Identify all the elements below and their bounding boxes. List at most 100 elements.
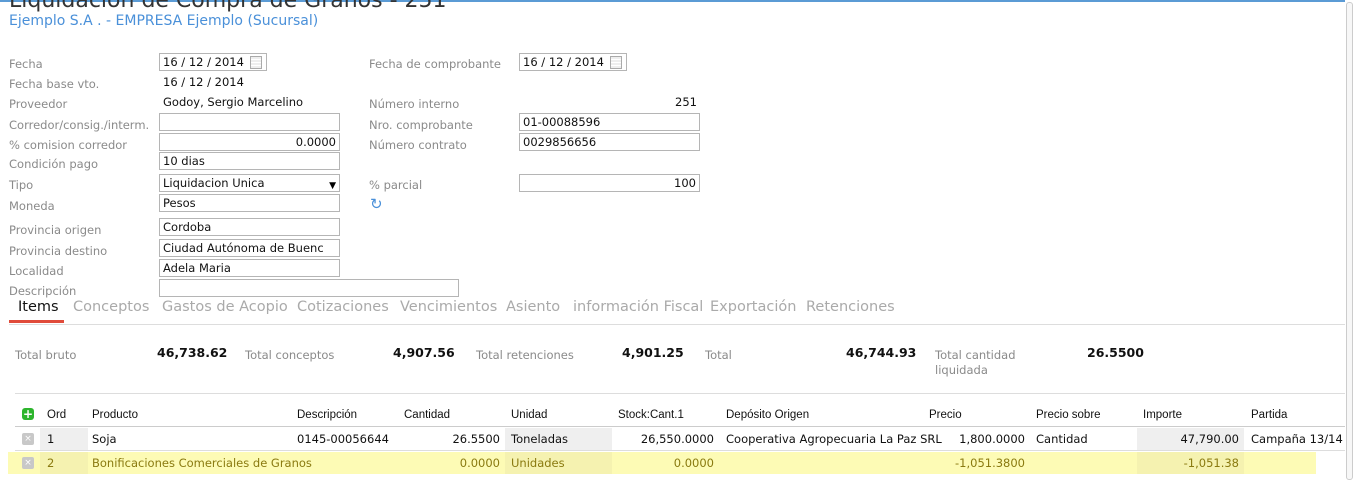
provincia-origen-label: Provincia origen: [9, 223, 102, 237]
tab-gastos-de-acopio[interactable]: Gastos de Acopio: [162, 299, 288, 315]
numero-interno-label: Número interno: [369, 97, 460, 111]
cell-importe[interactable]: 47,790.00: [1143, 432, 1239, 446]
tab-vencimientos[interactable]: Vencimientos: [400, 299, 497, 315]
corredor-input[interactable]: [159, 113, 340, 131]
tab-items[interactable]: Items: [18, 299, 59, 315]
total-bruto-label: Total bruto: [15, 348, 77, 362]
provincia-destino-input[interactable]: Ciudad Autónoma de Buenc: [159, 239, 340, 257]
tab-asiento[interactable]: Asiento: [506, 299, 560, 315]
tipo-select[interactable]: Liquidacion Unica ▼: [159, 174, 340, 192]
fecha-label: Fecha: [9, 57, 43, 71]
total-cantidad-label: Total cantidad liquidada: [935, 348, 1016, 377]
cell-producto[interactable]: Soja: [92, 432, 292, 446]
cell-deposito-origen[interactable]: Cooperativa Agropecuaria La Paz SRL: [726, 432, 942, 446]
provincia-origen-input[interactable]: Cordoba: [159, 218, 340, 236]
cell-ord[interactable]: 2: [47, 456, 87, 470]
refresh-icon[interactable]: ↻: [370, 195, 383, 213]
header-divider: [15, 426, 1345, 427]
localidad-input[interactable]: Adela Maria: [159, 259, 340, 277]
numero-contrato-input[interactable]: 0029856656: [519, 133, 700, 151]
descripcion-label: Descripción: [9, 284, 77, 298]
total-value: 46,744.93: [846, 345, 917, 360]
tab-exportacion[interactable]: Exportación: [710, 299, 796, 315]
total-label: Total: [705, 348, 732, 362]
fecha-comprobante-label: Fecha de comprobante: [369, 57, 501, 71]
fecha-comprobante-value: 16 / 12 / 2014: [523, 55, 604, 69]
column-header-stock[interactable]: Stock:Cant.1: [618, 409, 684, 421]
cell-cantidad[interactable]: 26.5500: [404, 432, 500, 446]
cell-stock[interactable]: 26,550.0000: [618, 432, 714, 446]
calendar-icon[interactable]: [610, 56, 622, 69]
cell-ord[interactable]: 1: [47, 432, 87, 446]
fecha-base-vto-label: Fecha base vto.: [9, 77, 100, 91]
cell-partida[interactable]: Campaña 13/14: [1251, 432, 1343, 446]
moneda-input[interactable]: Pesos: [159, 194, 340, 212]
proveedor-value[interactable]: Godoy, Sergio Marcelino: [163, 95, 303, 109]
cell-unidad[interactable]: Unidades: [511, 456, 611, 470]
totals-divider: [15, 393, 1345, 394]
row-divider: [15, 450, 1345, 451]
delete-row-icon[interactable]: ×: [22, 457, 34, 469]
dropdown-arrow-icon[interactable]: ▼: [329, 178, 336, 191]
tab-cotizaciones[interactable]: Cotizaciones: [297, 299, 389, 315]
calendar-icon[interactable]: [250, 56, 262, 69]
fecha-base-vto-value: 16 / 12 / 2014: [163, 75, 244, 89]
parcial-input[interactable]: 100: [519, 174, 700, 192]
fecha-input[interactable]: 16 / 12 / 2014: [159, 53, 267, 71]
delete-row-icon[interactable]: ×: [22, 433, 34, 445]
column-header-unidad[interactable]: Unidad: [511, 409, 547, 421]
descripcion-input[interactable]: [159, 279, 459, 297]
fecha-value: 16 / 12 / 2014: [163, 55, 244, 69]
moneda-label: Moneda: [9, 199, 55, 213]
total-conceptos-label: Total conceptos: [245, 348, 335, 362]
localidad-label: Localidad: [9, 264, 64, 278]
add-row-icon[interactable]: +: [22, 408, 34, 420]
column-header-deposito-origen[interactable]: Depósito Origen: [726, 409, 809, 421]
total-retenciones-value: 4,901.25: [622, 345, 684, 360]
column-header-partida[interactable]: Partida: [1251, 409, 1287, 421]
provincia-destino-label: Provincia destino: [9, 244, 108, 258]
proveedor-label: Proveedor: [9, 97, 68, 111]
cell-importe[interactable]: -1,051.38: [1143, 456, 1239, 470]
tab-retenciones[interactable]: Retenciones: [806, 299, 895, 315]
column-header-precio-sobre[interactable]: Precio sobre: [1036, 409, 1101, 421]
total-conceptos-value: 4,907.56: [393, 345, 455, 360]
cell-producto[interactable]: Bonificaciones Comerciales de Granos: [92, 456, 312, 470]
column-header-cantidad[interactable]: Cantidad: [404, 409, 450, 421]
tipo-label: Tipo: [9, 178, 34, 192]
cell-precio-sobre[interactable]: Cantidad: [1036, 432, 1136, 446]
tab-divider: [9, 324, 1345, 325]
column-header-producto[interactable]: Producto: [92, 409, 138, 421]
numero-interno-value: 251: [675, 95, 697, 109]
column-header-ord[interactable]: Ord: [47, 409, 66, 421]
cell-unidad[interactable]: Toneladas: [511, 432, 611, 446]
tipo-value: Liquidacion Unica: [163, 176, 265, 190]
corredor-label: Corredor/consig./interm.: [9, 118, 150, 132]
active-tab-indicator: [9, 320, 64, 323]
nro-comprobante-label: Nro. comprobante: [369, 118, 473, 132]
condicion-pago-input[interactable]: 10 dias: [159, 152, 340, 170]
page-title: Liquidación de Compra de Granos - 251: [9, 0, 447, 13]
fecha-comprobante-input[interactable]: 16 / 12 / 2014: [519, 53, 627, 71]
column-header-descripcion[interactable]: Descripción: [297, 409, 357, 421]
vertical-scrollbar[interactable]: [1346, 2, 1353, 480]
tab-conceptos[interactable]: Conceptos: [73, 299, 149, 315]
cell-descripcion[interactable]: 0145-00056644: [297, 432, 397, 446]
cell-stock[interactable]: 0.0000: [618, 456, 714, 470]
total-bruto-value: 46,738.62: [157, 345, 228, 360]
condicion-pago-label: Condición pago: [9, 157, 99, 171]
parcial-label: % parcial: [369, 178, 423, 192]
numero-contrato-label: Número contrato: [369, 138, 467, 152]
total-retenciones-label: Total retenciones: [476, 348, 574, 362]
cell-precio[interactable]: -1,051.3800: [929, 456, 1025, 470]
nro-comprobante-input[interactable]: 01-00088596: [519, 113, 700, 131]
comision-label: % comision corredor: [9, 138, 128, 152]
comision-input[interactable]: 0.0000: [159, 133, 340, 151]
total-cantidad-value: 26.5500: [1087, 345, 1144, 360]
column-header-precio[interactable]: Precio: [929, 409, 962, 421]
tab-informacion-fiscal[interactable]: información Fiscal: [573, 299, 703, 315]
column-header-importe[interactable]: Importe: [1143, 409, 1182, 421]
cell-cantidad[interactable]: 0.0000: [404, 456, 500, 470]
cell-precio[interactable]: 1,800.0000: [929, 432, 1025, 446]
company-subtitle[interactable]: Ejemplo S.A . - EMPRESA Ejemplo (Sucursa…: [9, 13, 318, 29]
